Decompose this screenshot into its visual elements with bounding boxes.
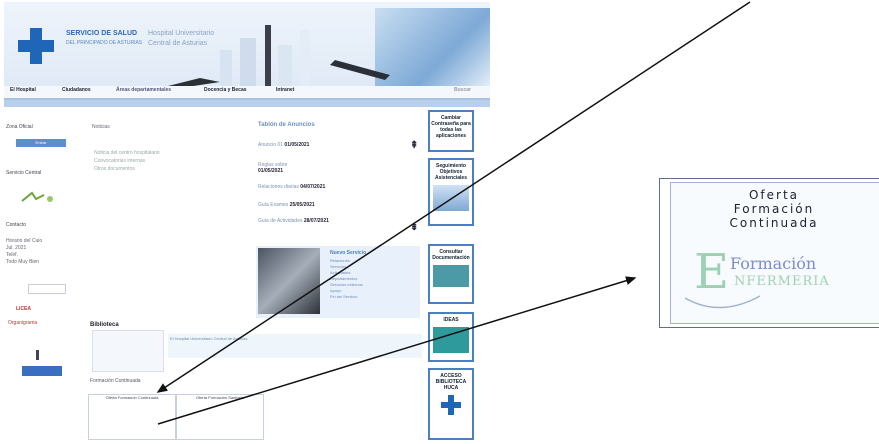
arrow-to-zoom: [157, 276, 637, 425]
annotation-arrows: [156, 1, 751, 425]
